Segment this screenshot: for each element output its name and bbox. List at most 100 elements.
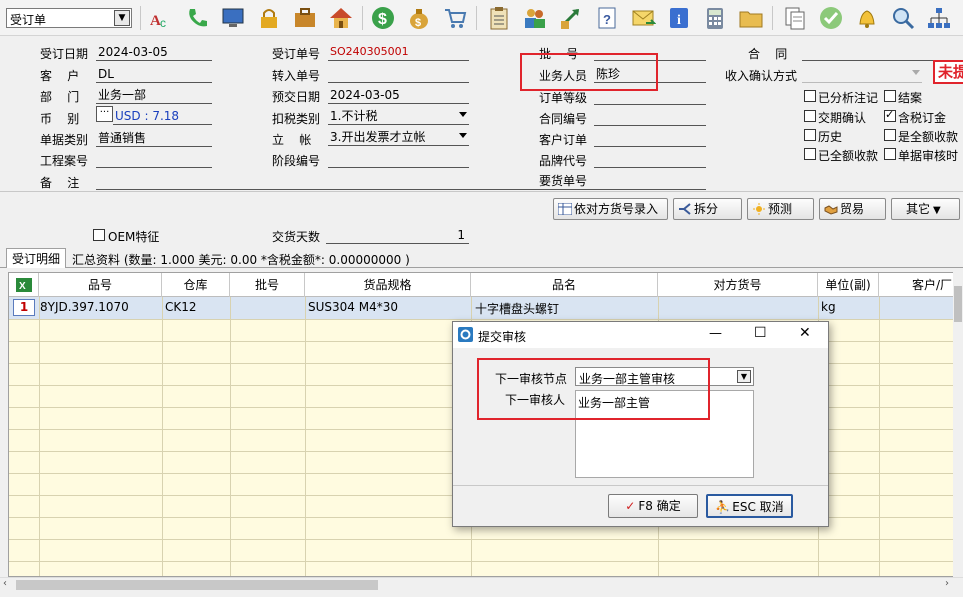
customer-field[interactable]: DL [96,66,212,83]
bell-icon[interactable] [854,5,880,31]
house-icon[interactable] [328,5,354,31]
full-payment-checkbox[interactable] [884,129,896,141]
stage-field[interactable] [328,151,469,168]
oem-checkbox[interactable] [93,229,105,241]
col-warehouse[interactable]: 仓库 [162,273,230,297]
brand-field[interactable] [594,151,706,168]
dept-field[interactable]: 业务一部 [96,87,212,104]
delivery-confirm-checkbox[interactable] [804,110,816,122]
search-icon[interactable] [890,5,916,31]
close-icon[interactable]: ✕ [799,325,811,341]
split-button[interactable]: 拆分 [673,198,742,220]
chevron-down-icon[interactable] [459,133,467,138]
tab-order-detail[interactable]: 受订明细 [6,248,67,268]
income-confirm-select[interactable] [802,66,922,83]
order-no-field[interactable]: SO240305001 [328,44,469,61]
toolbar-separator [140,6,141,30]
trade-button[interactable]: 贸易 [819,198,886,220]
briefcase-icon[interactable] [292,5,318,31]
chevron-down-icon[interactable]: ▼ [737,370,751,383]
svg-text:i: i [677,13,681,28]
order-date-field[interactable]: 2024-03-05 [96,44,212,61]
cell-spec[interactable]: SUS304 M4*30 [308,300,398,314]
approve-icon[interactable] [818,5,844,31]
col-customer[interactable]: 客户/厂 [879,273,953,297]
divider [0,191,963,192]
history-checkbox[interactable] [804,129,816,141]
phone-icon[interactable] [184,5,210,31]
excel-icon[interactable]: X [9,273,39,297]
vertical-scrollbar[interactable] [953,272,963,577]
folder-icon[interactable] [738,5,764,31]
cart-icon[interactable] [442,5,468,31]
clipboard-icon[interactable] [486,5,512,31]
cust-order-field[interactable] [594,130,706,147]
other-button[interactable]: 其它 ▼ [891,198,960,220]
lock-icon[interactable] [256,5,282,31]
transfer-icon[interactable] [558,5,584,31]
help-doc-icon[interactable]: ? [594,5,620,31]
currency-field[interactable]: USD : 7.18 [113,108,212,125]
vertical-scroll-thumb[interactable] [954,286,962,322]
chevron-down-icon[interactable] [459,112,467,117]
account-select[interactable]: 3.开出发票才立帐 [328,129,469,146]
spellcheck-icon[interactable]: Ac [148,5,174,31]
currency-picker-button[interactable]: ··· [96,106,113,122]
scroll-right-icon[interactable]: › [945,578,949,589]
horizontal-scroll-thumb[interactable] [16,580,378,590]
col-partner-code[interactable]: 对方货号 [658,273,818,297]
closed-checkbox[interactable] [884,90,896,102]
cell-unit[interactable]: kg [821,300,836,314]
cell-warehouse[interactable]: CK12 [165,300,197,314]
status-badge: 未提 [933,60,963,84]
confirm-button[interactable]: ✓ F8 确定 [608,494,698,518]
chevron-down-icon[interactable]: ▼ [114,10,130,26]
review-time-checkbox[interactable] [884,148,896,160]
chevron-down-icon[interactable] [912,70,920,75]
org-chart-icon[interactable] [926,5,952,31]
monitor-icon[interactable] [220,5,246,31]
cancel-button[interactable]: ⛹ ESC 取消 [706,494,793,518]
cell-item-no[interactable]: 8YJD.397.1070 [40,300,129,314]
minimize-icon[interactable]: — [709,326,722,341]
mail-icon[interactable] [630,5,657,31]
forecast-label: 预测 [768,202,793,216]
delivery-days-field[interactable]: 1 [326,227,469,244]
info-icon[interactable]: i [666,5,692,31]
copy-doc-icon[interactable] [782,5,808,31]
order-level-label: 订单等级 [539,91,588,105]
col-batch[interactable]: 批号 [230,273,305,297]
history-label: 历史 [818,130,843,144]
col-unit[interactable]: 单位(副) [818,273,879,297]
import-no-field[interactable] [328,66,469,83]
contract-field[interactable] [802,44,963,61]
contract-no-field[interactable] [594,109,706,126]
project-field[interactable] [96,151,212,168]
table-row[interactable]: 1 8YJD.397.1070 CK12 SUS304 M4*30 十字槽盘头螺… [9,297,953,319]
scroll-left-icon[interactable]: ‹ [3,578,7,589]
remark-field[interactable] [96,173,706,190]
col-item-no[interactable]: 品号 [39,273,162,297]
calculator-icon[interactable] [702,5,728,31]
tax-type-select[interactable]: 1.不计税 [328,108,469,125]
tax-deposit-checkbox[interactable] [884,108,896,122]
svg-text:$: $ [415,17,421,29]
dollar-icon[interactable]: $ [370,5,396,31]
cell-name[interactable]: 十字槽盘头螺钉 [475,300,559,317]
brand-label: 品牌代号 [539,154,588,168]
paid-in-full-checkbox[interactable] [804,148,816,160]
maximize-icon[interactable]: ☐ [754,325,767,341]
money-bag-icon[interactable]: $ [406,5,432,31]
pre-date-field[interactable]: 2024-03-05 [328,87,469,104]
users-icon[interactable] [522,5,548,31]
col-name[interactable]: 品名 [471,273,658,297]
input-by-partner-code-button[interactable]: 依对方货号录入 [553,198,668,220]
doc-category-field[interactable]: 普通销售 [96,130,212,147]
col-spec[interactable]: 货品规格 [305,273,471,297]
forecast-button[interactable]: 预测 [747,198,814,220]
toolbar: 受订单 ▼ Ac $ $ ? i [0,0,963,36]
highlight-box-salesperson [520,53,658,91]
doc-type-select[interactable]: 受订单 ▼ [6,8,132,28]
analyzed-checkbox[interactable] [804,90,816,102]
dialog-titlebar[interactable]: 提交审核 — ☐ ✕ [453,322,828,348]
